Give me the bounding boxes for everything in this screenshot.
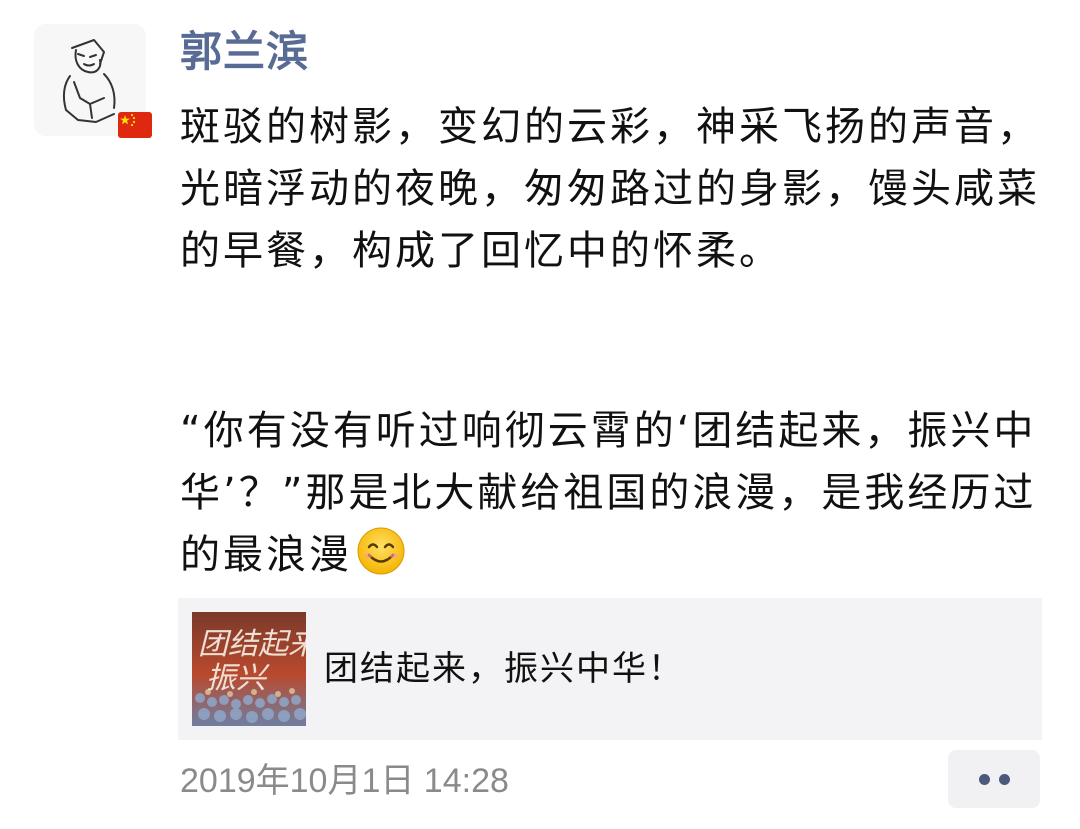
china-flag-icon [118, 112, 152, 138]
more-dots-icon [979, 774, 990, 785]
link-thumbnail: 团结起来 振兴 [192, 612, 306, 726]
link-title[interactable]: 团结起来，振兴中华！ [324, 642, 684, 696]
more-actions-button[interactable] [948, 750, 1040, 808]
thumbnail-text-line1: 团结起来 [198, 627, 306, 662]
more-dots-icon [999, 774, 1010, 785]
thumbnail-text-line2: 振兴 [206, 661, 270, 696]
post-paragraph-2-container: “你有没有听过响彻云霄的‘团结起来，振兴中华’？”那是北大献给祖国的浪漫，是我经… [180, 400, 1040, 594]
smiling-face-emoji-icon [356, 526, 406, 594]
post-timestamp: 2019年10月1日 14:28 [180, 762, 509, 800]
author-avatar-group[interactable] [34, 24, 152, 142]
post-paragraph-2: “你有没有听过响彻云霄的‘团结起来，振兴中华’？”那是北大献给祖国的浪漫，是我经… [180, 408, 1037, 578]
post-paragraph-1: 斑驳的树影，变幻的云彩，神采飞扬的声音，光暗浮动的夜晚，匆匆路过的身影，馒头咸菜… [180, 104, 1040, 274]
author-name[interactable]: 郭兰滨 [180, 22, 309, 82]
shared-link-card[interactable]: 团结起来 振兴 团结起来，振兴中华！ [178, 598, 1042, 740]
